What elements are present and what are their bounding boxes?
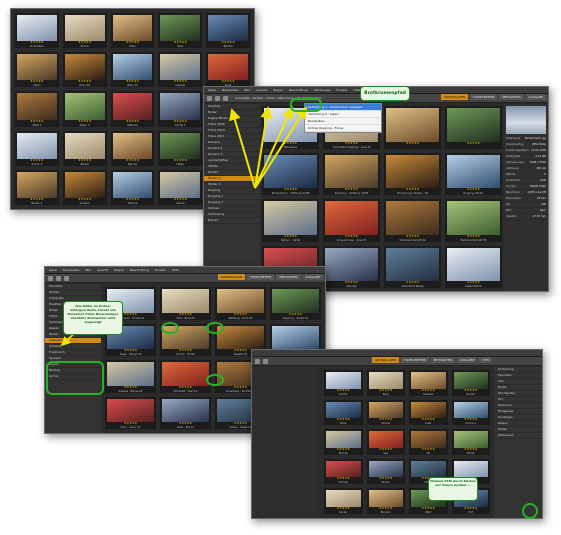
highlight-breadcrumb	[290, 98, 322, 112]
callout-folders: Alle Bilder im Ordner untergeordnete Anz…	[63, 301, 123, 335]
callout-help-text: Hinweis STW durch Klicken auf diesen Sym…	[430, 479, 476, 487]
callout-help: Hinweis STW durch Klicken auf diesen Sym…	[428, 477, 478, 501]
callout-breadcrumb-text: Brotkrumenpfad	[364, 91, 406, 96]
arrow-1	[229, 108, 256, 189]
callout-folders-text: Alle Bilder im Ordner untergeordnete Anz…	[67, 304, 119, 324]
highlight-thumb-2	[206, 322, 224, 334]
annotation-arrows	[60, 106, 308, 347]
highlight-help-icon	[522, 503, 538, 519]
highlight-folder-tree	[46, 361, 104, 395]
callout-breadcrumb: Brotkrumenpfad	[360, 86, 410, 101]
highlight-thumb-3	[206, 374, 224, 386]
arrow-4	[254, 106, 308, 189]
highlight-thumb-1	[161, 322, 179, 334]
